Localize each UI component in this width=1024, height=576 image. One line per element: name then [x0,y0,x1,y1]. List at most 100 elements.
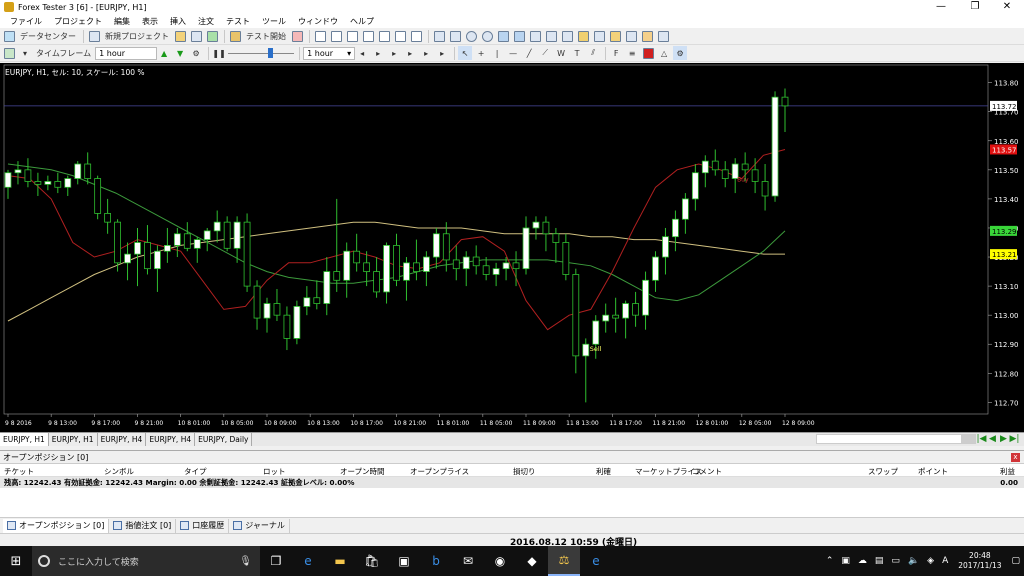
menu-window[interactable]: ウィンドウ [292,16,344,27]
app-icon[interactable]: ◆ [516,546,548,576]
page-icon[interactable] [345,29,359,43]
datacenter-icon[interactable] [2,29,16,43]
tile-icon[interactable] [624,29,638,43]
page-icon[interactable] [361,29,375,43]
store-icon[interactable]: 🛍 [356,546,388,576]
column-header[interactable]: 利益 [1000,466,1015,477]
menu-insert[interactable]: 挿入 [164,16,192,27]
zoom-out-icon[interactable] [480,29,494,43]
line-chart-icon[interactable] [528,29,542,43]
notification-icon[interactable]: ▢ [1011,556,1020,566]
microphone-icon[interactable]: 🎙 [239,556,252,567]
page-icon[interactable] [409,29,423,43]
cursor-icon[interactable]: ↖ [458,46,473,60]
text-icon[interactable]: T [570,46,584,60]
clock[interactable]: 20:48 2017/11/13 [958,551,1001,571]
minimize-button[interactable]: — [924,0,958,14]
chart-tab[interactable]: EURJPY, H1 [48,433,98,446]
datacenter-button[interactable]: データセンター [18,29,78,43]
chart-tab[interactable]: EURJPY, Daily [195,433,253,446]
chart-tab[interactable]: EURJPY, H4 [146,433,196,446]
ie-icon[interactable]: e [580,546,612,576]
step-back-icon[interactable]: ◂ [355,46,369,60]
menu-file[interactable]: ファイル [4,16,48,27]
copy-icon[interactable] [189,29,203,43]
close-icon[interactable]: x [1011,453,1020,462]
horizontal-scrollbar[interactable] [816,434,976,444]
column-header[interactable]: シンボル [104,466,134,477]
column-header[interactable]: 損切り [513,466,536,477]
page-icon[interactable] [313,29,327,43]
menu-edit[interactable]: 編集 [108,16,136,27]
step-icon[interactable]: ▸ [387,46,401,60]
task-view-icon[interactable]: ❐ [260,546,292,576]
down-arrow-icon[interactable]: ▼ [173,46,187,60]
cursor-icon[interactable] [432,29,446,43]
tray-app-icon[interactable]: ▣ [841,556,850,566]
column-header[interactable]: ポイント [918,466,948,477]
menu-project[interactable]: プロジェクト [48,16,108,27]
chart-tab[interactable]: EURJPY, H1 [0,433,49,446]
timeframe-select-2[interactable]: 1 hour ▾ [303,46,356,60]
chevron-up-icon[interactable]: ⌃ [826,556,834,566]
template-icon[interactable] [592,29,606,43]
pause-icon[interactable]: ❚❚ [212,46,226,60]
chart-tab[interactable]: EURJPY, H4 [97,433,147,446]
new-chart-icon[interactable] [2,46,16,60]
page-icon[interactable] [377,29,391,43]
network-icon[interactable]: ◈ [927,556,934,566]
copy-icon[interactable] [448,29,462,43]
horizontal-line-icon[interactable]: — [506,46,520,60]
candle-chart-icon[interactable] [512,29,526,43]
scroll-thumb[interactable] [961,435,975,443]
page-icon[interactable] [329,29,343,43]
battery-icon[interactable]: ▭ [891,556,900,566]
menu-test[interactable]: テスト [220,16,256,27]
column-header[interactable]: チケット [4,466,34,477]
tab-account-history[interactable]: 口座履歴 [176,518,230,533]
ray-icon[interactable]: ⟋ [538,46,552,60]
taskbar-search[interactable]: ここに入力して検索 🎙 [32,546,260,576]
arrow-down-icon[interactable]: ▾ [18,46,32,60]
next-icon[interactable]: ▶ [998,433,1009,445]
up-arrow-icon[interactable]: ▲ [157,46,171,60]
step-icon[interactable]: ▸ [371,46,385,60]
mail-icon[interactable]: ✉ [452,546,484,576]
new-project-button[interactable]: 新規プロジェクト [103,29,171,43]
column-header[interactable]: 利確 [596,466,611,477]
shape-icon[interactable]: △ [657,46,671,60]
layout-icon[interactable] [640,29,654,43]
cloud-icon[interactable]: ☁ [858,556,867,566]
autoscroll-icon[interactable] [560,29,574,43]
app-icon[interactable]: ◉ [484,546,516,576]
close-button[interactable]: ✕ [990,0,1024,14]
fibonacci-icon[interactable]: F [609,46,623,60]
settings-icon[interactable]: ⚙ [189,46,203,60]
bar-chart-icon[interactable] [496,29,510,43]
tab-pending-orders[interactable]: 指値注文 [0] [109,518,177,533]
menu-view[interactable]: 表示 [136,16,164,27]
column-header[interactable]: タイプ [184,466,207,477]
start-test-button[interactable]: テスト開始 [244,29,288,43]
channel-icon[interactable]: ⫽ [586,46,600,60]
menu-help[interactable]: ヘルプ [344,16,380,27]
price-chart[interactable]: 113.80113.70113.60113.50113.40113.30113.… [0,63,1024,432]
step-icon[interactable]: ▸ [435,46,449,60]
column-header[interactable]: ロット [263,466,286,477]
crosshair-icon[interactable]: + [474,46,488,60]
timeframe-select[interactable]: 1 hour [95,46,158,60]
page-icon[interactable] [393,29,407,43]
wave-icon[interactable]: W [554,46,568,60]
column-header[interactable]: オープン時間 [340,466,385,477]
last-icon[interactable]: ▶| [1009,433,1020,445]
menu-order[interactable]: 注文 [192,16,220,27]
tab-open-positions[interactable]: オープンポジション [0] [3,518,110,533]
open-project-icon[interactable] [173,29,187,43]
menu-tools[interactable]: ツール [256,16,292,27]
column-header[interactable]: スワップ [868,466,898,477]
vertical-line-icon[interactable]: | [490,46,504,60]
step-icon[interactable]: ▸ [403,46,417,60]
start-test-icon[interactable] [228,29,242,43]
line-width-icon[interactable]: ≡ [625,46,639,60]
zoom-in-icon[interactable] [464,29,478,43]
